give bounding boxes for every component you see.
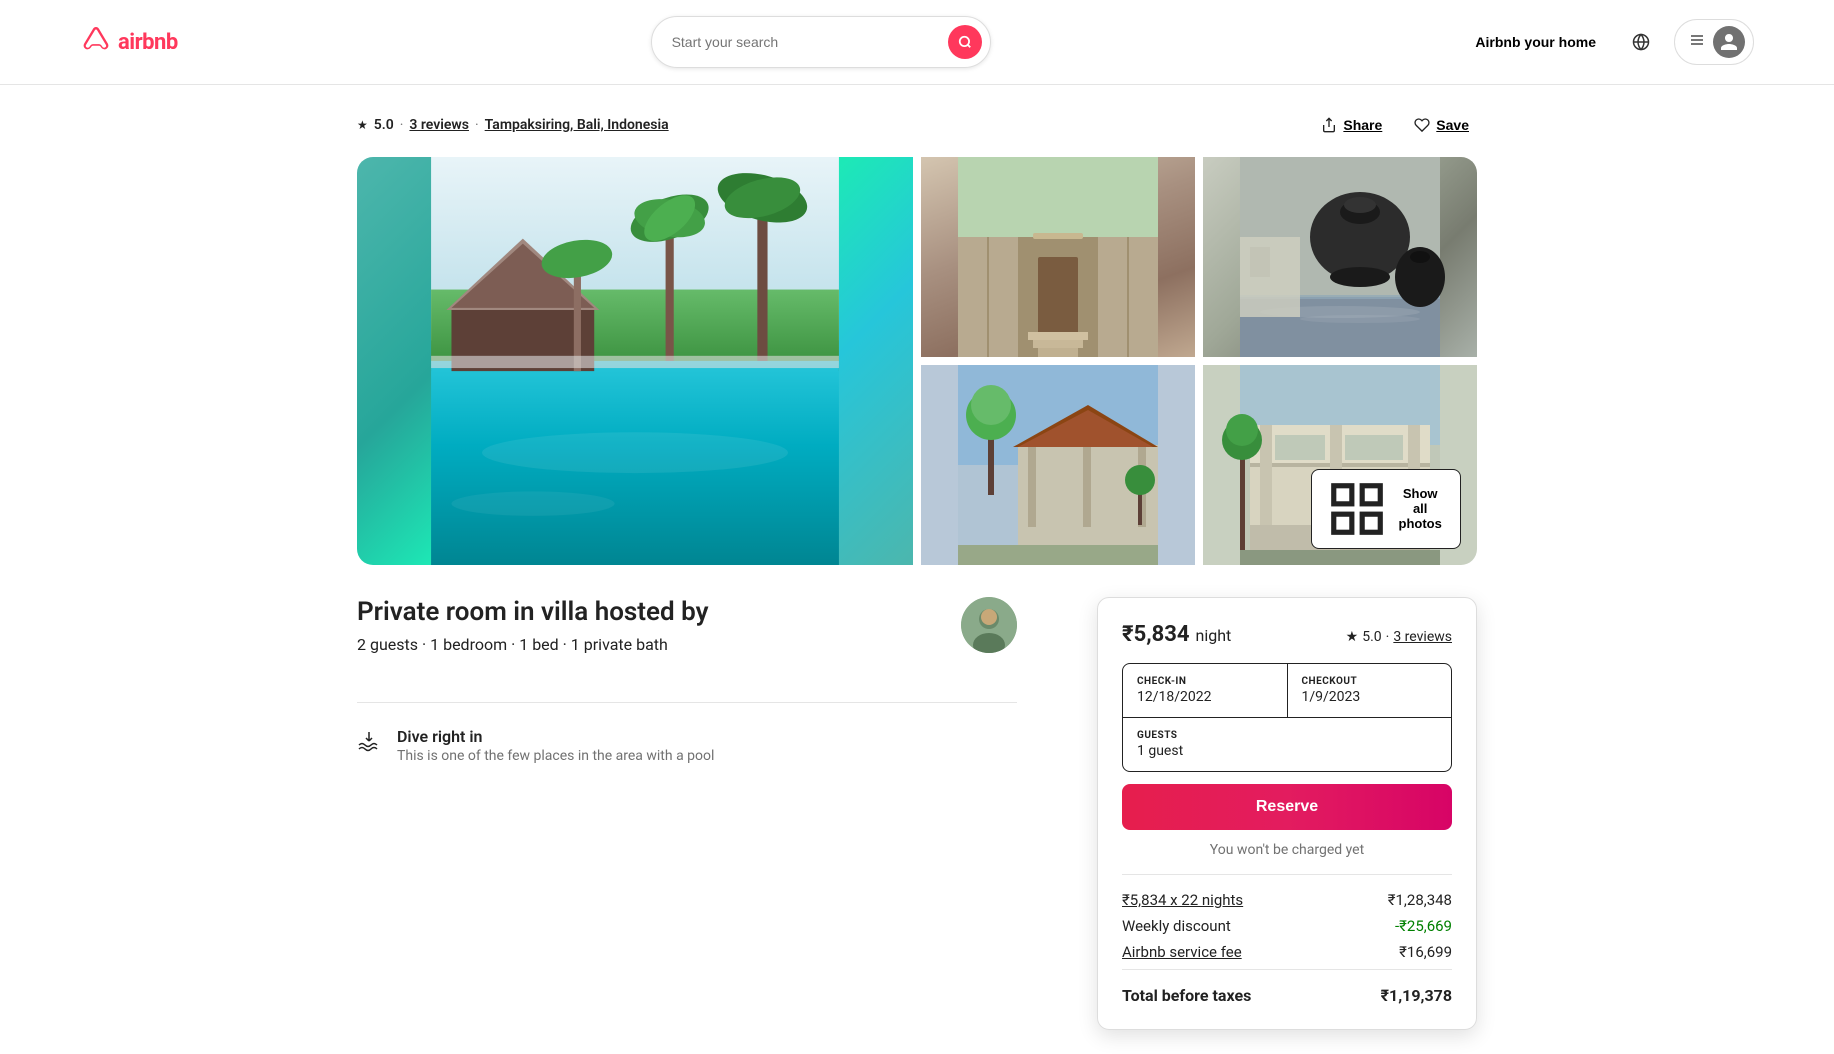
heart-icon <box>1414 117 1430 133</box>
price-amount: ₹5,834 <box>1122 622 1189 647</box>
photo-side-grid: Show all photos <box>921 157 1477 565</box>
logo[interactable]: airbnb <box>80 26 178 58</box>
price-line-1-label[interactable]: ₹5,834 x 22 nights <box>1122 891 1243 909</box>
reserve-button[interactable]: Reserve <box>1122 784 1452 830</box>
checkin-label: CHECK-IN <box>1137 676 1273 687</box>
listing-subtitle: 2 guests · 1 bedroom · 1 bed · 1 private… <box>357 635 709 654</box>
date-row: CHECK-IN 12/18/2022 CHECKOUT 1/9/2023 <box>1123 664 1451 717</box>
photo-3[interactable] <box>921 365 1195 565</box>
save-button[interactable]: Save <box>1406 109 1477 141</box>
search-icon <box>958 35 972 49</box>
listing-meta: ★ 5.0 · 3 reviews · Tampaksiring, Bali, … <box>357 109 1477 141</box>
photo-1[interactable] <box>921 157 1195 357</box>
photo-grid[interactable]: Show all photos <box>357 157 1477 565</box>
feature-dive-right-in: Dive right in This is one of the few pla… <box>357 727 1017 764</box>
user-menu-button[interactable] <box>1674 19 1754 65</box>
price-rating-value: 5.0 <box>1362 629 1381 645</box>
logo-text: airbnb <box>118 30 178 55</box>
photo-3-image <box>921 365 1195 565</box>
photo-2[interactable] <box>1203 157 1477 357</box>
main-content: ★ 5.0 · 3 reviews · Tampaksiring, Bali, … <box>277 85 1557 1054</box>
listing-meta-left: ★ 5.0 · 3 reviews · Tampaksiring, Bali, … <box>357 117 669 133</box>
dot-separator-2: · <box>475 117 479 133</box>
share-icon <box>1321 117 1337 133</box>
globe-button[interactable] <box>1624 25 1658 59</box>
price-line-3-value: ₹16,699 <box>1399 943 1452 961</box>
show-all-photos-button[interactable]: Show all photos <box>1311 469 1461 549</box>
reviews-link[interactable]: 3 reviews <box>409 117 469 133</box>
total-value: ₹1,19,378 <box>1381 986 1452 1005</box>
price-row: ₹5,834 night ★ 5.0 · 3 reviews <box>1122 622 1452 647</box>
grid-icon <box>1326 478 1388 540</box>
divider-1 <box>357 702 1017 703</box>
price-breakdown: ₹5,834 x 22 nights ₹1,28,348 Weekly disc… <box>1122 874 1452 1005</box>
listing-title: Private room in villa hosted by <box>357 597 709 627</box>
rating: 5.0 <box>374 117 394 133</box>
hamburger-icon <box>1689 32 1705 53</box>
header: airbnb Airbnb your home <box>0 0 1834 85</box>
price-rating: ★ 5.0 · 3 reviews <box>1346 629 1452 645</box>
listing-meta-right: Share Save <box>1313 109 1477 141</box>
price-night: night <box>1195 626 1231 645</box>
show-all-label: Show all photos <box>1394 486 1446 531</box>
search-bar[interactable] <box>651 16 991 68</box>
share-button[interactable]: Share <box>1313 109 1390 141</box>
location-link[interactable]: Tampaksiring, Bali, Indonesia <box>485 117 669 133</box>
price-total: Total before taxes ₹1,19,378 <box>1122 969 1452 1005</box>
star-icon: ★ <box>357 118 368 132</box>
share-label: Share <box>1343 117 1382 133</box>
price-reviews-link[interactable]: 3 reviews <box>1393 629 1452 645</box>
guests-value: 1 guest <box>1137 743 1437 759</box>
save-label: Save <box>1436 117 1469 133</box>
checkin-field[interactable]: CHECK-IN 12/18/2022 <box>1123 664 1288 717</box>
date-inputs: CHECK-IN 12/18/2022 CHECKOUT 1/9/2023 GU… <box>1122 663 1452 772</box>
checkout-value: 1/9/2023 <box>1302 689 1438 705</box>
checkout-field[interactable]: CHECKOUT 1/9/2023 <box>1288 664 1452 717</box>
airbnb-home-button[interactable]: Airbnb your home <box>1463 26 1608 58</box>
price-line-3-label[interactable]: Airbnb service fee <box>1122 943 1242 961</box>
feature-title: Dive right in <box>397 727 714 746</box>
price-line-3: Airbnb service fee ₹16,699 <box>1122 943 1452 961</box>
price-star-icon: ★ <box>1346 629 1359 645</box>
price-line-1: ₹5,834 x 22 nights ₹1,28,348 <box>1122 891 1452 909</box>
booking-card: ₹5,834 night ★ 5.0 · 3 reviews CHECK-IN … <box>1097 597 1477 1030</box>
main-photo-image <box>357 157 913 565</box>
content-area: Private room in villa hosted by 2 guests… <box>357 597 1477 1030</box>
search-input[interactable] <box>672 34 940 50</box>
photo-2-image <box>1203 157 1477 357</box>
feature-desc: This is one of the few places in the are… <box>397 748 714 764</box>
pool-icon <box>357 729 381 759</box>
price-line-2-value: -₹25,669 <box>1395 917 1452 935</box>
avatar <box>1713 26 1745 58</box>
total-label: Total before taxes <box>1122 986 1251 1005</box>
price-line-1-value: ₹1,28,348 <box>1388 891 1452 909</box>
listing-info: Private room in villa hosted by 2 guests… <box>357 597 1017 1030</box>
guests-field[interactable]: GUESTS 1 guest <box>1123 717 1451 771</box>
price-line-2: Weekly discount -₹25,669 <box>1122 917 1452 935</box>
checkout-label: CHECKOUT <box>1302 676 1438 687</box>
photo-1-image <box>921 157 1195 357</box>
host-avatar-image <box>961 597 1017 653</box>
header-right: Airbnb your home <box>1463 19 1754 65</box>
price-line-2-label: Weekly discount <box>1122 917 1231 935</box>
dot-separator: · <box>400 117 404 133</box>
guests-label: GUESTS <box>1137 730 1437 741</box>
globe-icon <box>1632 33 1650 51</box>
no-charge-text: You won't be charged yet <box>1122 842 1452 858</box>
host-avatar[interactable] <box>961 597 1017 653</box>
airbnb-logo-icon <box>80 26 112 58</box>
photo-main[interactable] <box>357 157 913 565</box>
search-button[interactable] <box>948 25 982 59</box>
checkin-value: 12/18/2022 <box>1137 689 1273 705</box>
photo-4[interactable]: Show all photos <box>1203 365 1477 565</box>
